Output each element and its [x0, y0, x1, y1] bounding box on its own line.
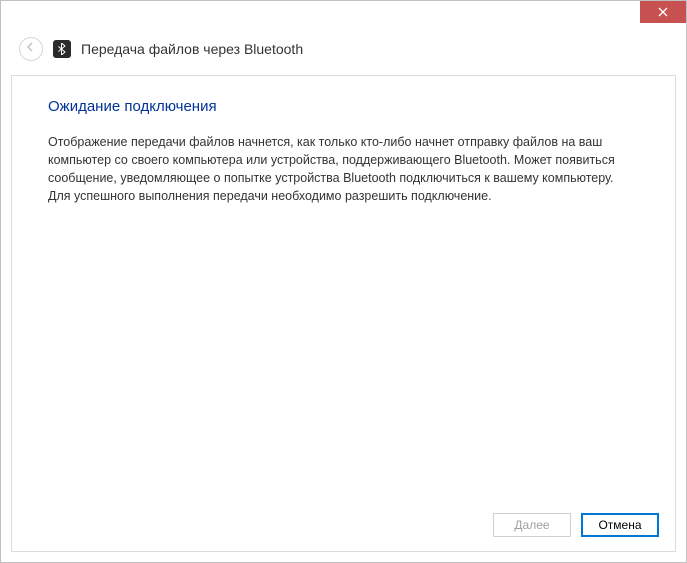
body-text: Отображение передачи файлов начнется, ка…	[48, 133, 618, 206]
button-bar: Далее Отмена	[493, 513, 659, 537]
titlebar	[1, 1, 686, 27]
window-title: Передача файлов через Bluetooth	[81, 41, 303, 57]
dialog-window: Передача файлов через Bluetooth Ожидание…	[0, 0, 687, 563]
bluetooth-icon	[53, 40, 71, 58]
content-inner: Ожидание подключения Отображение передач…	[12, 76, 675, 228]
dialog-header: Передача файлов через Bluetooth	[1, 27, 686, 75]
close-icon	[658, 6, 668, 19]
back-button	[19, 37, 43, 61]
next-button: Далее	[493, 513, 571, 537]
content-panel: Ожидание подключения Отображение передач…	[11, 75, 676, 552]
cancel-button[interactable]: Отмена	[581, 513, 659, 537]
page-subtitle: Ожидание подключения	[48, 98, 639, 115]
back-arrow-icon	[25, 40, 37, 58]
close-button[interactable]	[640, 1, 686, 23]
